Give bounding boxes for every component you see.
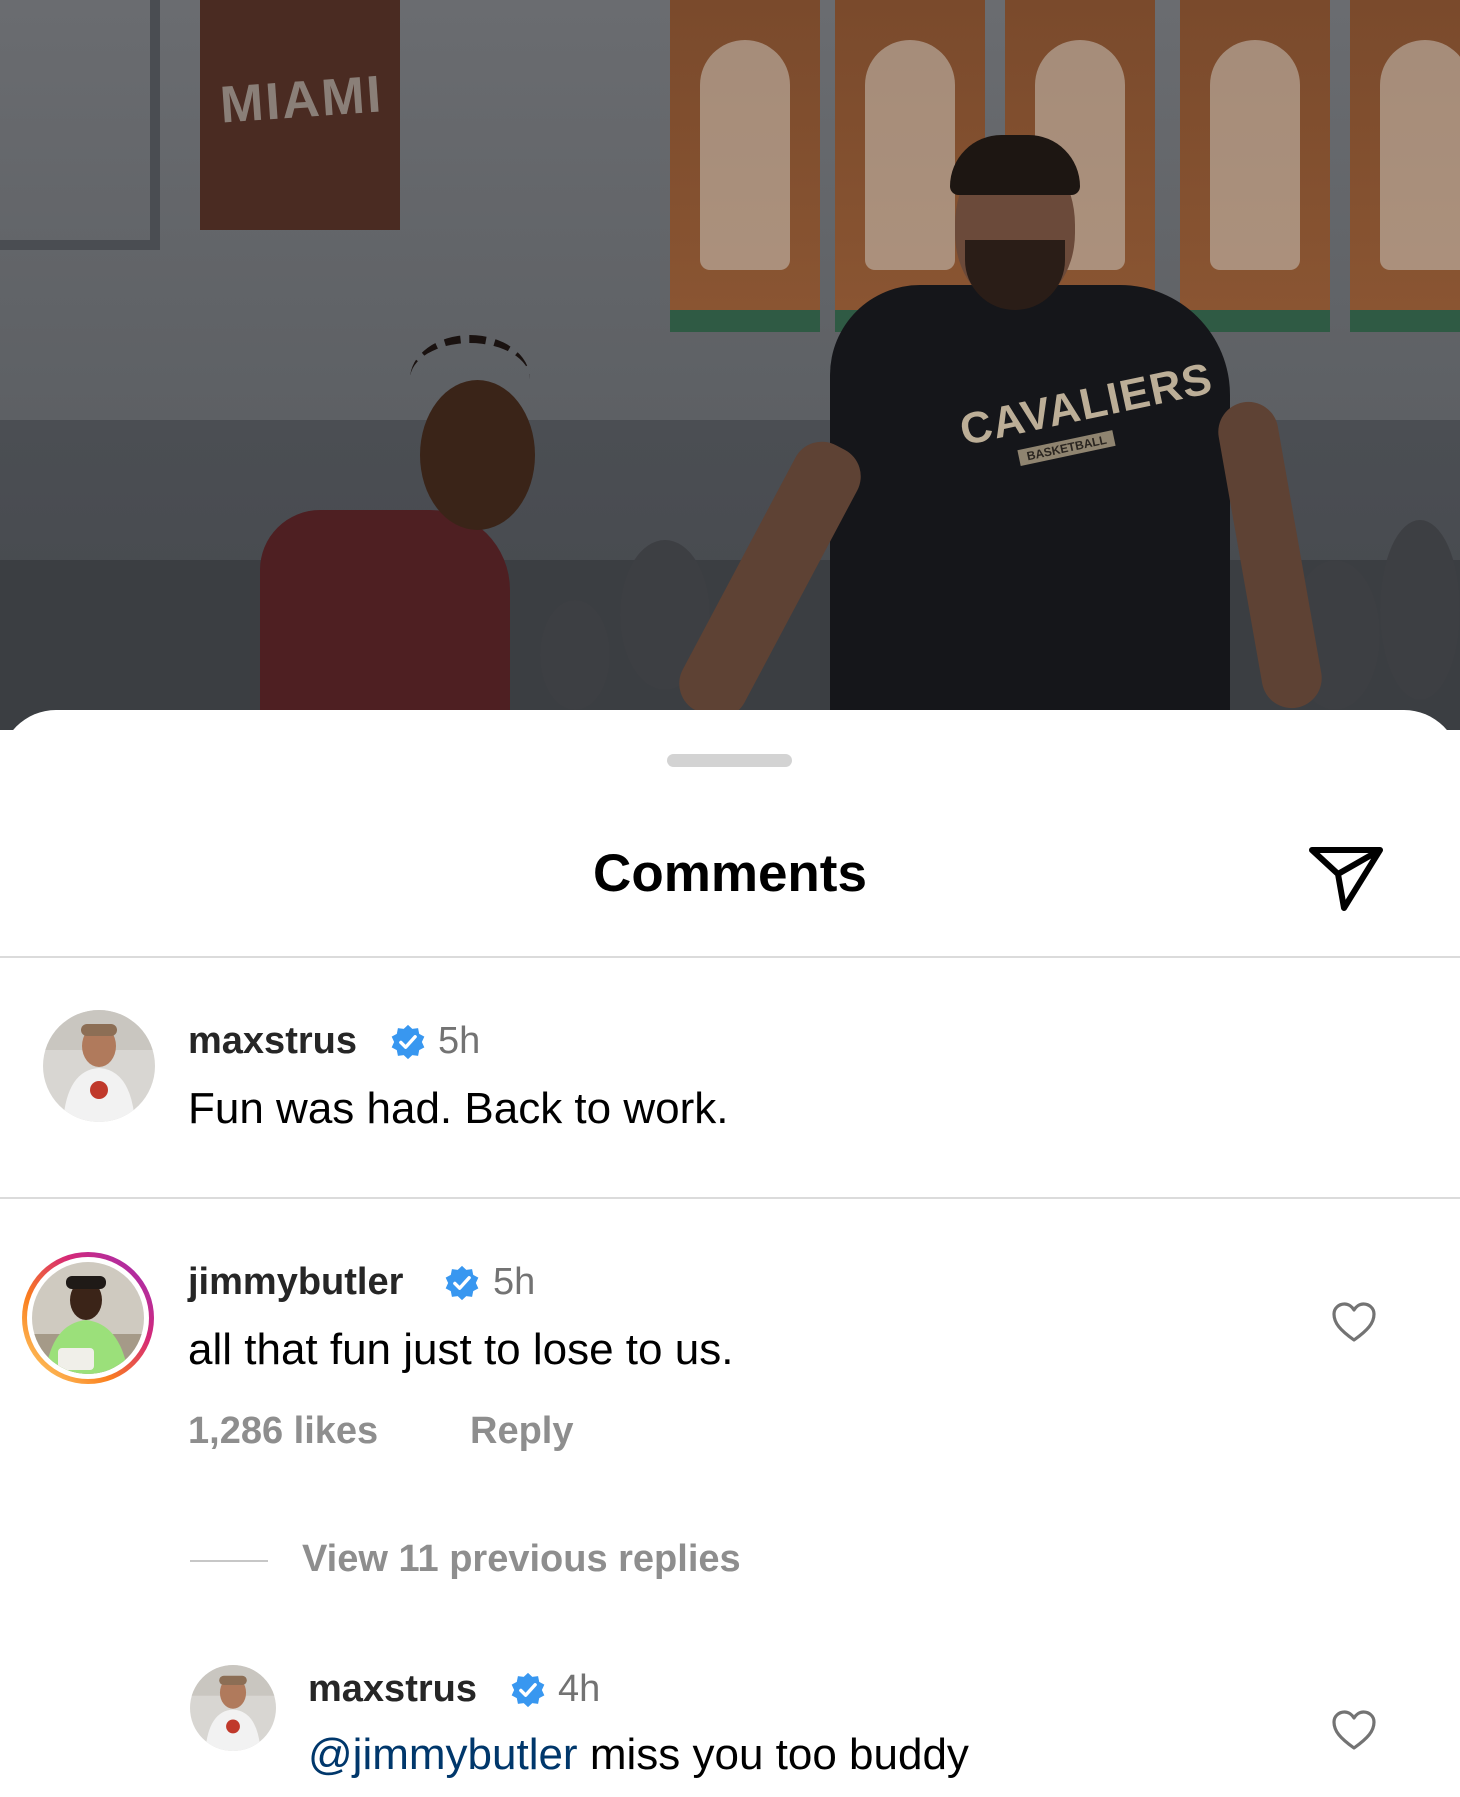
player-right-body [830, 285, 1230, 730]
sheet-drag-handle[interactable] [667, 754, 792, 767]
avatar[interactable] [43, 1010, 155, 1122]
reply-username[interactable]: maxstrus [308, 1668, 477, 1711]
avatar[interactable] [190, 1665, 276, 1751]
player-left-body [260, 510, 510, 730]
reply-timestamp: 4h [558, 1668, 601, 1710]
reply-button[interactable]: Reply [470, 1410, 573, 1453]
reply-body: miss you too buddy [577, 1730, 969, 1779]
replies-connector-line [190, 1560, 268, 1562]
player-banner [1350, 0, 1460, 332]
spectator [1380, 520, 1460, 700]
reply-text: @jimmybutler miss you too buddy [308, 1730, 969, 1780]
player-banner [1180, 0, 1330, 332]
paper-plane-icon[interactable] [1306, 836, 1386, 916]
miami-banner: MIAMI [200, 0, 400, 230]
mention-link[interactable]: @jimmybutler [308, 1730, 578, 1779]
view-previous-replies-button[interactable]: View 11 previous replies [302, 1538, 741, 1581]
like-heart-icon[interactable] [1330, 1708, 1378, 1752]
avatar-story-ring[interactable] [20, 1250, 156, 1386]
verified-badge-icon [391, 1024, 425, 1060]
header-divider [0, 956, 1460, 958]
verified-badge-icon [511, 1672, 545, 1708]
player-banner [670, 0, 820, 332]
comment-timestamp: 5h [438, 1020, 481, 1062]
post-photo-backdrop: MIAMI CAVALIERS BASKETBALL [0, 0, 1460, 730]
miami-banner-text: MIAMI [218, 65, 385, 135]
basketball-hoop [0, 0, 160, 250]
comments-sheet: Comments maxstrus 5h Fun was had. Back t… [0, 710, 1460, 1797]
like-heart-icon[interactable] [1330, 1300, 1378, 1344]
comment-username[interactable]: maxstrus [188, 1020, 357, 1063]
spectator [540, 600, 610, 710]
comment-text: all that fun just to lose to us. [188, 1325, 734, 1374]
like-count[interactable]: 1,286 likes [188, 1410, 378, 1453]
comment-text: Fun was had. Back to work. [188, 1084, 729, 1133]
sheet-title: Comments [593, 844, 867, 903]
player-left-hair [410, 335, 530, 423]
verified-badge-icon [445, 1265, 479, 1301]
comment-divider [0, 1197, 1460, 1199]
comment-username[interactable]: jimmybutler [188, 1261, 403, 1304]
comment-timestamp: 5h [493, 1261, 536, 1303]
